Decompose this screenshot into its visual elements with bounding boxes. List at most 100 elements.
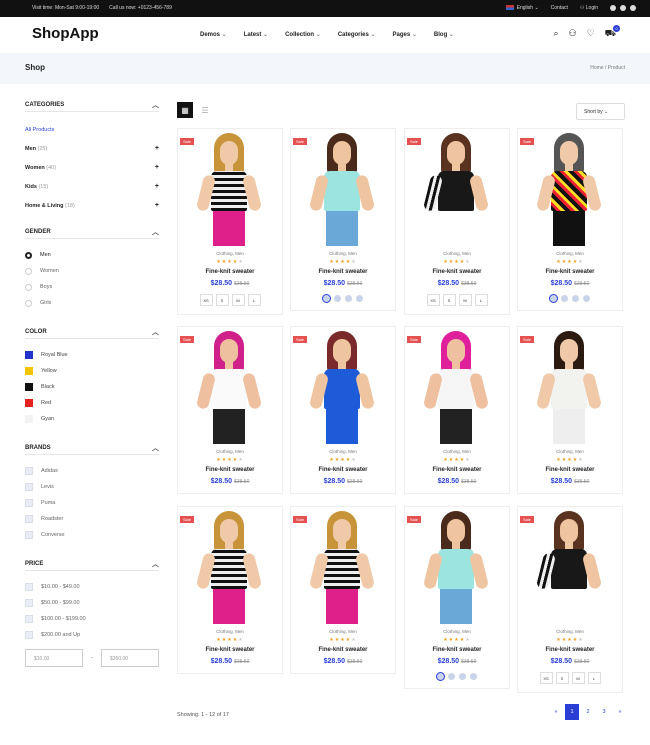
product-card[interactable]: Sale Clothing, Men ★★★★★ Fine-knit sweater $… <box>404 506 510 689</box>
nav-demos[interactable]: Demos <box>200 31 227 38</box>
color-option-dot[interactable] <box>572 295 579 302</box>
checkbox[interactable] <box>25 615 33 623</box>
size-option[interactable]: M <box>231 294 245 306</box>
radio-button[interactable] <box>25 283 32 291</box>
product-name[interactable]: Fine-knit sweater <box>518 269 622 275</box>
color-swatch[interactable] <box>25 383 33 391</box>
gender-option-women[interactable]: Women <box>25 263 159 279</box>
plus-icon[interactable]: + <box>155 202 159 209</box>
nav-collection[interactable]: Collection <box>285 31 321 38</box>
pagination-prev[interactable]: « <box>549 704 563 720</box>
brands-header[interactable]: BRANDS ︿ <box>25 441 159 455</box>
product-image[interactable]: Sale <box>178 327 282 444</box>
size-option[interactable]: S <box>215 294 229 306</box>
size-option[interactable]: XS <box>426 294 440 306</box>
nav-blog[interactable]: Blog <box>434 31 454 38</box>
product-name[interactable]: Fine-knit sweater <box>518 647 622 653</box>
product-name[interactable]: Fine-knit sweater <box>178 647 282 653</box>
size-option[interactable]: L <box>474 294 488 306</box>
breadcrumb[interactable]: Home / Product <box>590 65 625 71</box>
gender-header[interactable]: GENDER ︿ <box>25 225 159 239</box>
pagination-page-1[interactable]: 1 <box>565 704 579 720</box>
product-name[interactable]: Fine-knit sweater <box>405 269 509 275</box>
logo[interactable]: ShopApp <box>32 25 99 42</box>
gender-option-men[interactable]: Men <box>25 247 159 263</box>
nav-pages[interactable]: Pages <box>393 31 417 38</box>
product-card[interactable]: Sale Clothing, Men ★★★★★ Fine-knit sweater $… <box>404 326 510 494</box>
pagination-page-2[interactable]: 2 <box>581 704 595 720</box>
brand-option-levis[interactable]: Levis <box>25 479 159 495</box>
price-option-2[interactable]: $50.00 - $99.00 <box>25 595 159 611</box>
size-option[interactable]: L <box>587 672 601 684</box>
checkbox[interactable] <box>25 599 33 607</box>
twitter-icon[interactable] <box>620 5 626 11</box>
product-name[interactable]: Fine-knit sweater <box>405 467 509 473</box>
radio-button[interactable] <box>25 267 32 275</box>
color-option-dot[interactable] <box>356 295 363 302</box>
cart-icon[interactable]: ⛟ 0 <box>605 25 620 40</box>
size-option[interactable]: S <box>555 672 569 684</box>
checkbox[interactable] <box>25 483 33 491</box>
size-option[interactable]: M <box>458 294 472 306</box>
product-card[interactable]: Sale Clothing, Men ★★★★★ Fine-knit sweater $… <box>404 128 510 315</box>
checkbox[interactable] <box>25 499 33 507</box>
color-option-gyan[interactable]: Gyan <box>25 411 159 427</box>
color-option-dot[interactable] <box>345 295 352 302</box>
color-swatch[interactable] <box>25 367 33 375</box>
sort-dropdown[interactable]: Short by ⌄ <box>576 103 625 120</box>
grid-view-icon[interactable]: ▦ <box>177 102 193 118</box>
price-max-input[interactable]: $350.00 <box>101 649 159 667</box>
gender-option-girls[interactable]: Girls <box>25 295 159 311</box>
product-card[interactable]: Sale Clothing, Men ★★★★★ Fine-knit sweater $… <box>177 506 283 674</box>
instagram-icon[interactable] <box>630 5 636 11</box>
checkbox[interactable] <box>25 583 33 591</box>
plus-icon[interactable]: + <box>155 145 159 152</box>
plus-icon[interactable]: + <box>155 164 159 171</box>
pagination-page-3[interactable]: 3 <box>597 704 611 720</box>
product-image[interactable]: Sale <box>518 129 622 246</box>
product-card[interactable]: Sale Clothing, Men ★★★★★ Fine-knit sweater $… <box>517 128 623 311</box>
login-link[interactable]: ⚇ Login <box>580 5 598 11</box>
price-option-4[interactable]: $200.00 and Up <box>25 627 159 643</box>
checkbox[interactable] <box>25 631 33 639</box>
size-option[interactable]: XS <box>539 672 553 684</box>
contact-link[interactable]: Contact <box>551 5 568 11</box>
price-header[interactable]: PRICE ︿ <box>25 557 159 571</box>
category-women[interactable]: Women (40) + <box>25 158 159 177</box>
color-option-dot[interactable] <box>323 295 330 302</box>
list-view-icon[interactable]: ☰ <box>197 102 213 118</box>
brand-option-roadster[interactable]: Roadster <box>25 511 159 527</box>
size-option[interactable]: L <box>247 294 261 306</box>
color-swatch[interactable] <box>25 399 33 407</box>
color-header[interactable]: COLOR ︿ <box>25 325 159 339</box>
wishlist-icon[interactable]: ♡ <box>587 28 595 40</box>
color-option-dot[interactable] <box>448 673 455 680</box>
radio-button[interactable] <box>25 251 32 259</box>
pagination-next[interactable]: » <box>613 704 627 720</box>
size-option[interactable]: M <box>571 672 585 684</box>
brand-option-adidas[interactable]: Adidas <box>25 463 159 479</box>
color-option-black[interactable]: Black <box>25 379 159 395</box>
color-option-dot[interactable] <box>470 673 477 680</box>
color-option-dot[interactable] <box>561 295 568 302</box>
size-option[interactable]: S <box>442 294 456 306</box>
product-name[interactable]: Fine-knit sweater <box>291 647 395 653</box>
product-image[interactable]: Sale <box>291 327 395 444</box>
nav-categories[interactable]: Categories <box>338 31 376 38</box>
product-image[interactable]: Sale <box>405 129 509 246</box>
language-select[interactable]: English ⌄ <box>505 5 539 11</box>
category-men[interactable]: Men (25) + <box>25 139 159 158</box>
product-image[interactable]: Sale <box>405 507 509 624</box>
color-option-dot[interactable] <box>550 295 557 302</box>
categories-header[interactable]: CATEGORIES ︿ <box>25 98 159 112</box>
product-image[interactable]: Sale <box>178 507 282 624</box>
product-name[interactable]: Fine-knit sweater <box>178 467 282 473</box>
search-icon[interactable]: ⌕ <box>553 28 558 40</box>
product-name[interactable]: Fine-knit sweater <box>405 647 509 653</box>
nav-latest[interactable]: Latest <box>244 31 268 38</box>
color-option-dot[interactable] <box>334 295 341 302</box>
product-card[interactable]: Sale Clothing, Men ★★★★★ Fine-knit sweater $… <box>177 326 283 494</box>
product-name[interactable]: Fine-knit sweater <box>291 269 395 275</box>
price-option-1[interactable]: $10.00 - $49.00 <box>25 579 159 595</box>
product-card[interactable]: Sale Clothing, Men ★★★★★ Fine-knit sweater $… <box>517 506 623 693</box>
